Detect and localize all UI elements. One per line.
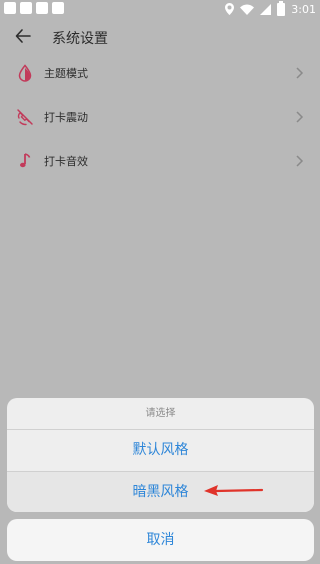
- settings-item-checkin-vibration[interactable]: 打卡震动: [0, 96, 320, 140]
- settings-item-checkin-sound[interactable]: 打卡音效: [0, 140, 320, 184]
- notification-icon: [20, 2, 32, 14]
- notification-icon: [4, 2, 16, 14]
- settings-item-label: 打卡音效: [44, 155, 88, 168]
- water-drop-icon: [18, 64, 32, 82]
- notification-icon: [52, 2, 64, 14]
- signal-icon: [260, 3, 272, 15]
- status-time: 3:01: [291, 2, 316, 16]
- chevron-right-icon: [296, 111, 304, 123]
- settings-item-label: 打卡震动: [44, 111, 88, 124]
- music-note-icon: [20, 153, 31, 168]
- settings-item-label: 主题模式: [44, 67, 88, 80]
- chevron-right-icon: [296, 155, 304, 167]
- action-sheet: 请选择 默认风格 暗黑风格: [7, 398, 314, 512]
- chevron-right-icon: [296, 67, 304, 79]
- cancel-button[interactable]: 取消: [7, 519, 314, 561]
- annotation-arrow-icon: [204, 485, 264, 496]
- notification-icon: [36, 2, 48, 14]
- dark-style-option[interactable]: 暗黑风格: [7, 472, 314, 512]
- settings-list: 主题模式 打卡震动 打卡音效: [0, 52, 320, 184]
- action-sheet-title: 请选择: [145, 408, 176, 419]
- status-bar: 3:01: [0, 0, 320, 18]
- page-title: 系统设置: [52, 31, 108, 47]
- location-icon: [225, 3, 235, 15]
- battery-icon: [277, 0, 286, 16]
- back-arrow-icon[interactable]: [14, 27, 32, 45]
- vibration-off-icon: [17, 109, 33, 126]
- wifi-icon: [240, 4, 255, 15]
- settings-item-theme-mode[interactable]: 主题模式: [0, 52, 320, 96]
- default-style-option[interactable]: 默认风格: [7, 430, 314, 471]
